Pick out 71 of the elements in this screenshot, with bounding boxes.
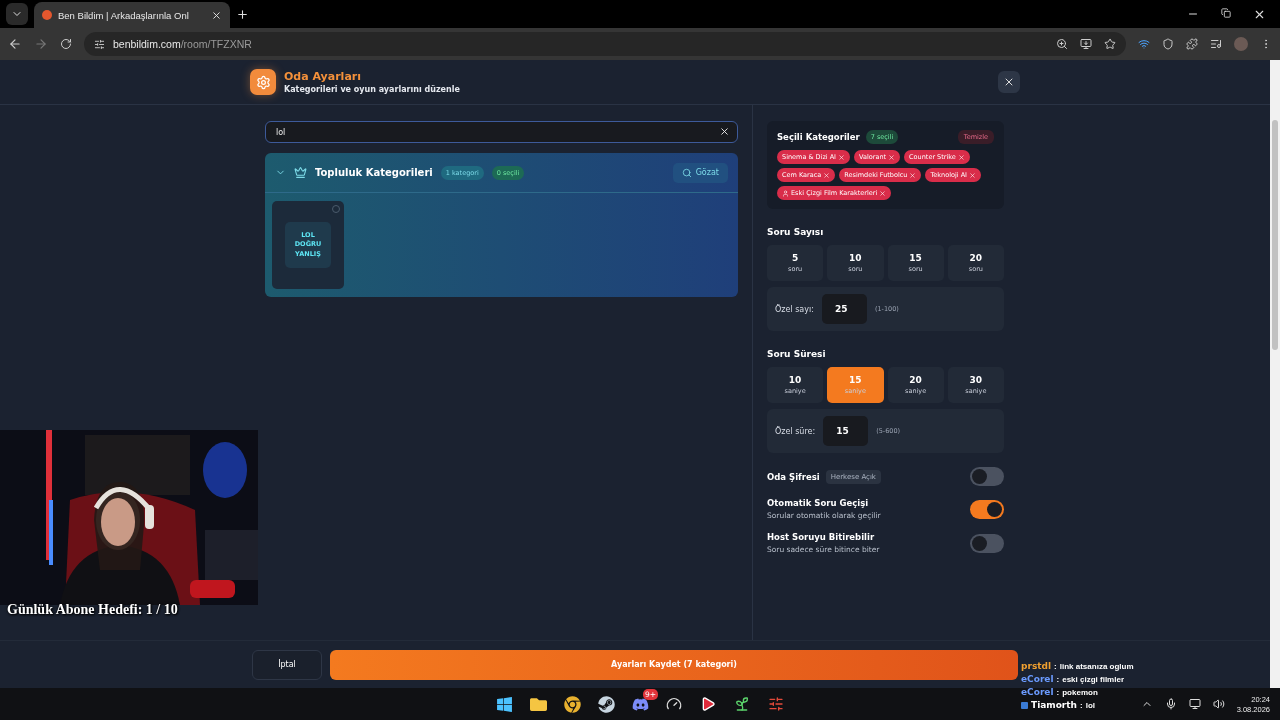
- toggle-switch[interactable]: [970, 467, 1004, 486]
- media-icon[interactable]: [1210, 38, 1222, 50]
- user-icon: [782, 189, 789, 197]
- dialog-subtitle: Kategorileri ve oyun ayarlarını düzenle: [284, 85, 460, 94]
- chat-text: eski çizgi filmler: [1062, 674, 1124, 684]
- back-icon[interactable]: [8, 37, 22, 51]
- play-icon[interactable]: [700, 696, 716, 712]
- chat-username: Tiamorth: [1031, 700, 1077, 710]
- cancel-button[interactable]: İptal: [252, 649, 322, 680]
- dialog-title: Oda Ayarları: [284, 70, 362, 83]
- setting-title: Oda Şifresi: [767, 471, 820, 482]
- close-icon[interactable]: [211, 9, 222, 21]
- chat-separator: :: [1080, 700, 1083, 710]
- chat-username: prstdl: [1021, 661, 1052, 671]
- chrome-icon[interactable]: [563, 695, 581, 713]
- shield-icon[interactable]: [1162, 38, 1174, 50]
- setting-title: Otomatik Soru Geçişi: [767, 498, 869, 508]
- custom-label: Özel süre:: [775, 426, 816, 436]
- browse-button[interactable]: Gözat: [672, 162, 728, 183]
- install-icon[interactable]: [1080, 38, 1092, 50]
- bookmark-star-icon[interactable]: [1104, 38, 1116, 50]
- section-title: Topluluk Kategorileri: [315, 167, 433, 178]
- goal-text: Günlük Abone Hedefi: 1 / 10: [7, 602, 178, 618]
- signal-icon[interactable]: [1138, 38, 1150, 50]
- clear-icon[interactable]: [719, 126, 730, 137]
- chat-text: pokemon: [1062, 687, 1098, 697]
- toggle-switch[interactable]: [970, 533, 1004, 553]
- search-icon[interactable]: [681, 167, 692, 178]
- forward-icon[interactable]: [34, 37, 48, 51]
- address-bar[interactable]: benbildim.com/room/TFZXNR: [84, 32, 1126, 56]
- new-tab-icon[interactable]: [236, 7, 249, 21]
- restore-icon[interactable]: [1221, 7, 1231, 18]
- number-field[interactable]: 15: [823, 416, 869, 446]
- scrollbar[interactable]: [1270, 60, 1280, 688]
- mixer-icon[interactable]: [768, 696, 784, 712]
- extensions-icon[interactable]: [1186, 38, 1198, 50]
- card-title: Seçili Kategoriler: [777, 132, 860, 142]
- volume-icon[interactable]: [1212, 698, 1225, 710]
- site-settings-icon[interactable]: [94, 38, 105, 50]
- custom-label: Özel sayı:: [775, 304, 814, 314]
- url-text: benbildim.com/room/TFZXNR: [113, 38, 252, 50]
- chat-separator: :: [1056, 687, 1060, 697]
- search-field[interactable]: lol: [265, 121, 738, 143]
- windows-icon[interactable]: [495, 695, 513, 713]
- gauge-icon[interactable]: [666, 696, 682, 712]
- section-title: Soru Sayısı: [767, 227, 825, 237]
- chat-badge-icon: [1021, 701, 1028, 709]
- setting-title: Host Soruyu Bitirebilir: [767, 532, 875, 542]
- steam-icon[interactable]: [597, 695, 615, 713]
- sprout-icon[interactable]: [734, 696, 750, 712]
- close-button[interactable]: [998, 71, 1020, 93]
- chat-separator: :: [1056, 674, 1060, 684]
- gear-icon: [255, 74, 271, 90]
- browser-tab[interactable]: Ben Bildim | Arkadaşlarınla Onl: [34, 2, 230, 28]
- toggle-switch[interactable]: [970, 499, 1004, 519]
- chat-text: link atsanıza oglum: [1059, 661, 1134, 671]
- display-icon[interactable]: [1188, 698, 1201, 710]
- chat-username: eCorel: [1021, 687, 1054, 697]
- tab-list-button[interactable]: [6, 3, 28, 25]
- number-field[interactable]: 25: [821, 294, 867, 324]
- chat-text: lol: [1085, 700, 1096, 710]
- mic-icon[interactable]: [1164, 698, 1177, 710]
- crown-icon: [294, 166, 307, 179]
- chat-username: eCorel: [1021, 674, 1054, 684]
- zoom-icon[interactable]: [1056, 38, 1068, 50]
- favicon-icon: [42, 10, 52, 20]
- folder-icon[interactable]: [529, 695, 547, 713]
- close-icon[interactable]: [1003, 76, 1015, 88]
- reload-icon[interactable]: [60, 38, 72, 50]
- chat-separator: :: [1054, 661, 1057, 671]
- section-title: Soru Süresi: [767, 349, 827, 359]
